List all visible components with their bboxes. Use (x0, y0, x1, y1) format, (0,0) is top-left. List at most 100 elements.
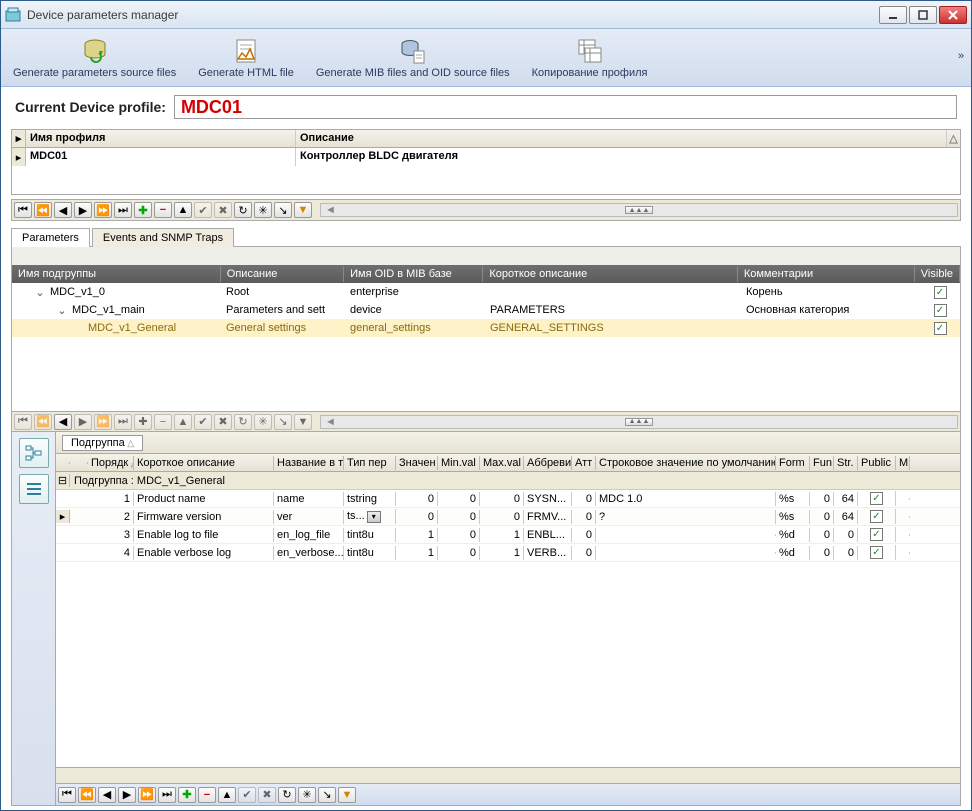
cell-pub[interactable]: ✓ (858, 491, 896, 506)
params-group-row[interactable]: ⊟ Подгруппа : MDC_v1_General (56, 472, 960, 490)
gnav-first[interactable]: ⏮ (58, 787, 76, 803)
generate-params-button[interactable]: Generate parameters source files (7, 35, 182, 81)
col-attr[interactable]: Атт (572, 456, 596, 470)
sidebar-tree-view-button[interactable] (19, 438, 49, 468)
nav-bookmark-button[interactable]: ✳ (254, 202, 272, 218)
close-button[interactable] (939, 6, 967, 24)
gnav-prev[interactable]: ◀ (98, 787, 116, 803)
generate-mib-button[interactable]: Generate MIB files and OID source files (310, 35, 516, 81)
tree-col-desc[interactable]: Описание (221, 266, 344, 282)
cell-type[interactable]: tint8u (344, 528, 396, 542)
grid-scrollbar[interactable] (56, 767, 960, 783)
nav-edit-button[interactable]: ▲ (174, 202, 192, 218)
cell-type[interactable]: ts...▾ (344, 509, 396, 524)
col-pub[interactable]: Public (858, 456, 896, 470)
maximize-button[interactable] (909, 6, 937, 24)
params-row[interactable]: 1Product namenametstring000SYSN...0MDC 1… (56, 490, 960, 508)
splitter-handle[interactable]: ▲▲▲ (625, 206, 653, 214)
col-str[interactable]: Str. (834, 456, 858, 470)
col-m[interactable]: M (896, 456, 910, 470)
public-checkbox[interactable]: ✓ (870, 510, 883, 523)
expander-icon[interactable]: ⌄ (34, 286, 46, 299)
tree-nav-next[interactable]: ▶ (74, 414, 92, 430)
cell-pub[interactable]: ✓ (858, 527, 896, 542)
nav-gotobookmark-button[interactable]: ↘ (274, 202, 292, 218)
tree-row[interactable]: ⌄MDC_v1_0 Root enterprise Корень ✓ (12, 283, 960, 301)
nav-post-button[interactable]: ✔ (194, 202, 212, 218)
tree-nav-prevpage[interactable]: ⏪ (34, 414, 52, 430)
tree-nav-first[interactable]: ⏮ (14, 414, 32, 430)
group-indicator-icon[interactable]: ▸ (12, 130, 26, 147)
generate-html-button[interactable]: Generate HTML file (192, 35, 300, 81)
col-tname[interactable]: Название в те (274, 456, 344, 470)
nav-first-button[interactable]: ⏮ (14, 202, 32, 218)
nav-delete-button[interactable]: − (154, 202, 172, 218)
tree-row[interactable]: ⌄MDC_v1_main Parameters and sett device … (12, 301, 960, 319)
expander-icon[interactable]: ⌄ (56, 304, 68, 317)
col-abbr[interactable]: Аббреви (524, 456, 572, 470)
nav-nextpage-button[interactable]: ⏩ (94, 202, 112, 218)
col-order[interactable]: Порядк (88, 456, 134, 470)
tree-col-short[interactable]: Короткое описание (483, 266, 738, 282)
gnav-cancel[interactable]: ✖ (258, 787, 276, 803)
nav-cancel-button[interactable]: ✖ (214, 202, 232, 218)
tree-nav-last[interactable]: ⏭ (114, 414, 132, 430)
tree-nav-filter[interactable]: ▼ (294, 414, 312, 430)
visible-checkbox[interactable]: ✓ (934, 286, 947, 299)
gnav-prevpage[interactable]: ⏪ (78, 787, 96, 803)
copy-profile-button[interactable]: Копирование профиля (526, 35, 654, 81)
tree-col-oid[interactable]: Имя OID в MIB базе (344, 266, 483, 282)
public-checkbox[interactable]: ✓ (870, 492, 883, 505)
col-strdef[interactable]: Строковое значение по умолчанию (596, 456, 776, 470)
tree-nav-insert[interactable]: ✚ (134, 414, 152, 430)
tab-events[interactable]: Events and SNMP Traps (92, 228, 234, 247)
params-grid-body[interactable]: ⊟ Подгруппа : MDC_v1_General 1Product na… (56, 472, 960, 767)
col-form[interactable]: Form (776, 456, 810, 470)
nav-prev-button[interactable]: ◀ (54, 202, 72, 218)
gnav-insert[interactable]: ✚ (178, 787, 196, 803)
public-checkbox[interactable]: ✓ (870, 528, 883, 541)
col-type[interactable]: Тип пер (344, 456, 396, 470)
gnav-nextpage[interactable]: ⏩ (138, 787, 156, 803)
cell-pub[interactable]: ✓ (858, 509, 896, 524)
splitter-handle[interactable]: ▲▲▲ (625, 418, 653, 426)
gnav-bookmark[interactable]: ✳ (298, 787, 316, 803)
group-collapse-icon[interactable]: ⊟ (56, 474, 70, 487)
tree-col-subgroup[interactable]: Имя подгруппы (12, 266, 221, 282)
tree-rows[interactable]: ⌄MDC_v1_0 Root enterprise Корень ✓ ⌄MDC_… (12, 283, 960, 411)
params-row[interactable]: 3Enable log to fileen_log_filetint8u101E… (56, 526, 960, 544)
sidebar-list-view-button[interactable] (19, 474, 49, 504)
cell-type[interactable]: tstring (344, 492, 396, 506)
tree-nav-cancel[interactable]: ✖ (214, 414, 232, 430)
profiles-col-desc[interactable]: Описание (296, 130, 946, 147)
col-max[interactable]: Max.val (480, 456, 524, 470)
tree-col-visible[interactable]: Visible (915, 266, 960, 282)
groupby-chip[interactable]: Подгруппа △ (62, 435, 143, 451)
nav-filter-button[interactable]: ▼ (294, 202, 312, 218)
groupby-panel[interactable]: Подгруппа △ (56, 432, 960, 454)
nav-last-button[interactable]: ⏭ (114, 202, 132, 218)
tree-nav-edit[interactable]: ▲ (174, 414, 192, 430)
nav-prevpage-button[interactable]: ⏪ (34, 202, 52, 218)
tree-nav-prev[interactable]: ◀ (54, 414, 72, 430)
public-checkbox[interactable]: ✓ (870, 546, 883, 559)
nav-next-button[interactable]: ▶ (74, 202, 92, 218)
col-fun[interactable]: Fun (810, 456, 834, 470)
col-min[interactable]: Min.val (438, 456, 480, 470)
gnav-delete[interactable]: − (198, 787, 216, 803)
toolbar-expand-button[interactable]: » (955, 33, 967, 79)
gnav-next[interactable]: ▶ (118, 787, 136, 803)
col-val[interactable]: Значен (396, 456, 438, 470)
profile-input[interactable]: MDC01 (174, 95, 957, 119)
tree-nav-goto[interactable]: ↘ (274, 414, 292, 430)
visible-checkbox[interactable]: ✓ (934, 304, 947, 317)
cell-type[interactable]: tint8u (344, 546, 396, 560)
tree-row[interactable]: MDC_v1_General General settings general_… (12, 319, 960, 337)
sort-triangle-icon[interactable]: △ (946, 130, 960, 147)
tree-nav-post[interactable]: ✔ (194, 414, 212, 430)
gnav-last[interactable]: ⏭ (158, 787, 176, 803)
profiles-col-name[interactable]: Имя профиля (26, 130, 296, 147)
minimize-button[interactable] (879, 6, 907, 24)
params-row[interactable]: ▸2Firmware versionverts...▾000FRMV...0?%… (56, 508, 960, 526)
tree-nav-delete[interactable]: − (154, 414, 172, 430)
